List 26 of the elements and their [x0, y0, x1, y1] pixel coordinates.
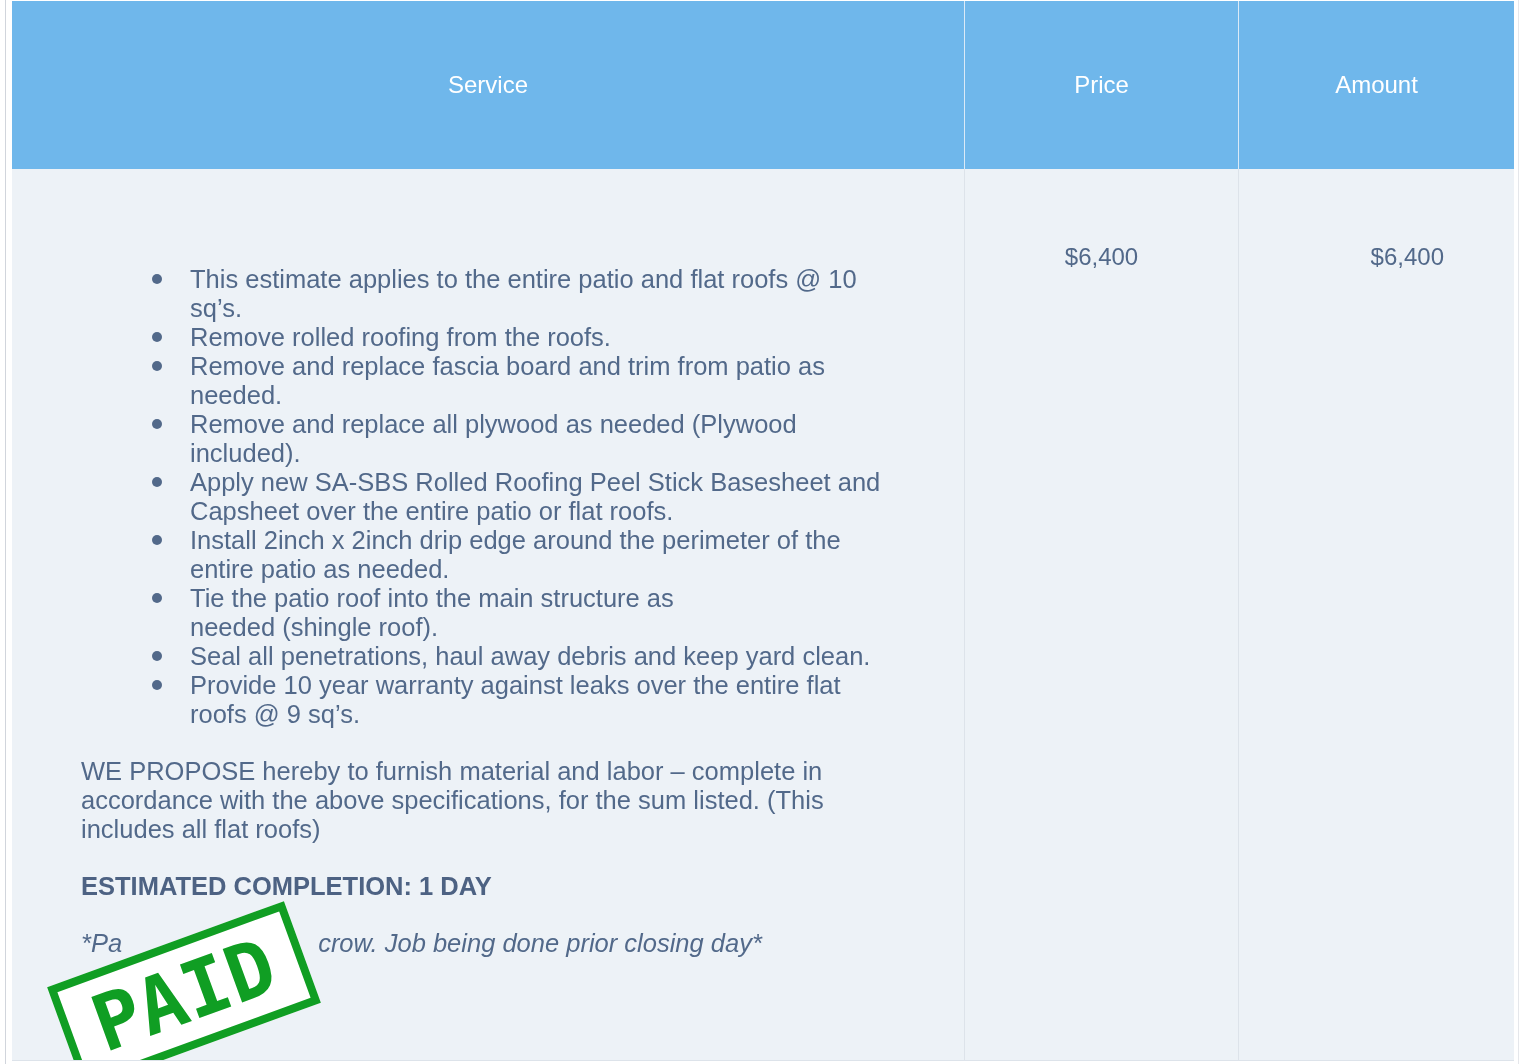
bullet-icon	[152, 593, 162, 603]
bullet-icon	[152, 651, 162, 661]
list-item-text: Install 2inch x 2inch drip edge around the perimeter of the entire patio as needed.	[190, 526, 842, 584]
list-item-text: Remove and replace fascia board and trim from patio as needed.	[190, 352, 826, 410]
bullet-icon	[152, 332, 162, 342]
column-header: Service	[447, 70, 529, 100]
bullet-icon	[152, 680, 162, 690]
bullet-icon	[152, 361, 162, 371]
bullet-icon	[152, 274, 162, 284]
list-item-text: Remove rolled roofing from the roofs.	[190, 323, 611, 352]
bullet-icon	[152, 477, 162, 487]
list-item-text: This estimate applies to the entire patio and flat roofs @ 10 sq’s.	[190, 265, 858, 323]
column-header: Amount	[1238, 1, 1514, 169]
table-cell-text: $6,400	[1370, 242, 1444, 272]
bullet-icon	[152, 535, 162, 545]
list-item-text: Seal all penetrations, haul away debris and keep yard clean.	[190, 642, 871, 671]
column-header: Price	[964, 1, 1238, 169]
completion-heading: ESTIMATED COMPLETION: 1 DAY	[81, 872, 493, 901]
list-item-text: Apply new SA-SBS Rolled Roofing Peel Stick Basesheet and Capsheet over the entire patio or flat roofs.	[190, 468, 882, 526]
bullet-icon	[152, 419, 162, 429]
list-item-text: Remove and replace all plywood as needed (Plywood included).	[190, 410, 798, 468]
list-item-text: Provide 10 year warranty against leaks over the entire flat roofs @ 9 sq’s.	[190, 671, 842, 729]
table-cell-text: $6,400	[1064, 242, 1139, 272]
proposal-text: WE PROPOSE hereby to furnish material and labor – complete in accordance with the above specifications, for the sum listed. (This includes all flat roofs)	[81, 757, 825, 844]
list-item-text: Tie the patio roof into the main structure as needed (shingle roof).	[190, 584, 674, 642]
note-text: crow. Job being done prior closing day*	[318, 929, 762, 958]
